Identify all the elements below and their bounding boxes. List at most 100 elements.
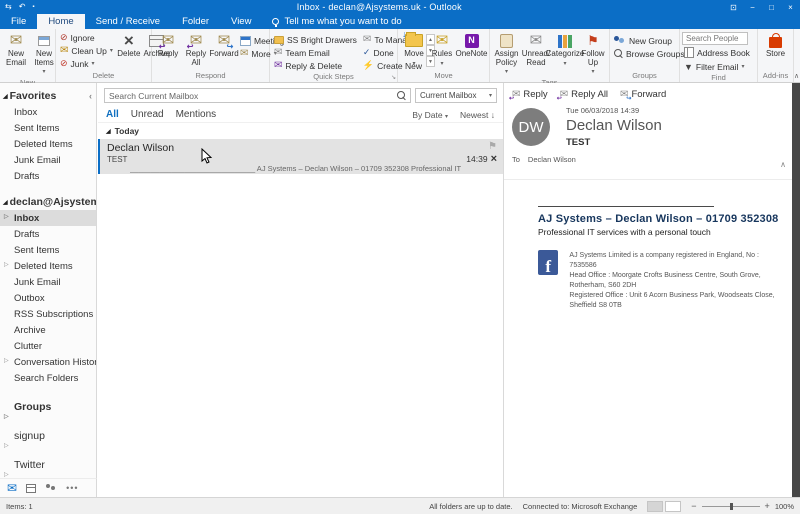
new-items-button[interactable]: New Items ▾ bbox=[30, 31, 58, 78]
follow-up-button[interactable]: ⚑ Follow Up ▾ bbox=[579, 31, 607, 78]
reading-pane: ✉ ↩ Reply ✉ ↩ Reply All ✉ ↪ Forward DW Tue … bbox=[504, 83, 792, 497]
sidebar-item-twitter[interactable]: ▷ Twitter bbox=[0, 456, 96, 479]
rules-button[interactable]: ✉ Rules ▾ bbox=[428, 31, 456, 69]
tab-mentions[interactable]: Mentions bbox=[176, 109, 217, 120]
quick-step-item[interactable]: ✉ Team Email bbox=[272, 46, 359, 59]
message-row[interactable]: Declan Wilson TEST ⚑ 14:39 × ___________… bbox=[98, 139, 503, 174]
sidebar-item-sent-items[interactable]: Sent Items bbox=[0, 242, 96, 258]
move-button[interactable]: ↓ Move ▾ bbox=[400, 30, 428, 69]
favorites-inbox[interactable]: Inbox bbox=[0, 104, 96, 120]
address-book-button[interactable]: Address Book bbox=[682, 46, 752, 59]
connection-status[interactable]: Connected to: Microsoft Exchange bbox=[523, 502, 638, 511]
collapse-ribbon-button[interactable]: ∧ bbox=[794, 72, 799, 80]
calendar-nav-icon[interactable] bbox=[26, 483, 37, 493]
sidebar-item-archive[interactable]: Archive bbox=[0, 322, 96, 338]
tell-me-box[interactable]: Tell me what you want to do bbox=[272, 14, 402, 29]
tab-file[interactable]: File bbox=[0, 14, 37, 29]
new-group-button[interactable]: New Group bbox=[612, 34, 687, 47]
close-icon[interactable]: × bbox=[781, 3, 800, 12]
flag-icon[interactable]: ⚑ bbox=[488, 142, 497, 152]
sidebar-item-rss[interactable]: RSS Subscriptions bbox=[0, 306, 96, 322]
favorites-deleted-items[interactable]: Deleted Items bbox=[0, 136, 96, 152]
reading-view-button[interactable] bbox=[647, 500, 664, 512]
browse-groups-button[interactable]: Browse Groups bbox=[612, 47, 687, 60]
search-input[interactable] bbox=[109, 90, 397, 101]
tab-folder[interactable]: Folder bbox=[171, 14, 220, 29]
tab-all[interactable]: All bbox=[106, 109, 119, 120]
expand-arrow-icon[interactable]: ▷ bbox=[4, 261, 9, 268]
favorites-sent-items[interactable]: Sent Items bbox=[0, 120, 96, 136]
reading-pane-scrollbar[interactable] bbox=[792, 83, 800, 497]
reply-button[interactable]: ✉ ↩ Reply bbox=[154, 31, 182, 60]
sidebar-item-conversation-history[interactable]: ▷ Conversation History bbox=[0, 354, 96, 370]
zoom-in-button[interactable]: + bbox=[765, 501, 770, 511]
sidebar-item-junk-email[interactable]: Junk Email bbox=[0, 274, 96, 290]
quick-steps-dialog-launcher[interactable]: ↘ bbox=[391, 74, 396, 81]
maximize-icon[interactable]: □ bbox=[762, 3, 781, 12]
search-box[interactable] bbox=[104, 88, 411, 103]
more-nav-icon[interactable]: ••• bbox=[66, 483, 78, 493]
junk-button[interactable]: ⊘ Junk ▾ bbox=[58, 57, 115, 70]
zoom-out-button[interactable]: − bbox=[691, 501, 696, 511]
sidebar-item-inbox[interactable]: ▷ Inbox bbox=[0, 210, 96, 226]
sidebar-item-groups[interactable]: ▷ Groups bbox=[0, 398, 96, 421]
tab-view[interactable]: View bbox=[220, 14, 262, 29]
delete-button[interactable]: × Delete bbox=[115, 31, 143, 60]
new-email-button[interactable]: ✉ New Email bbox=[2, 31, 30, 68]
minimize-folder-pane-icon[interactable]: ‹ bbox=[89, 91, 92, 101]
ribbon-tab-row: File Home Send / Receive Folder View Tel… bbox=[0, 14, 800, 29]
people-nav-icon[interactable] bbox=[45, 483, 57, 493]
sidebar-item-outbox[interactable]: Outbox bbox=[0, 290, 96, 306]
account-header[interactable]: ◢ declan@Ajsystems.uk bbox=[0, 194, 96, 210]
normal-view-button[interactable] bbox=[665, 500, 682, 512]
favorites-header[interactable]: ◢ Favorites ‹ bbox=[0, 88, 96, 104]
to-recipient[interactable]: Declan Wilson bbox=[528, 155, 576, 164]
favorites-junk-email[interactable]: Junk Email bbox=[0, 152, 96, 168]
sidebar-item-clutter[interactable]: Clutter bbox=[0, 338, 96, 354]
forward-action[interactable]: ✉ ↪ Forward bbox=[620, 89, 666, 102]
sort-order-toggle[interactable]: Newest ↓ bbox=[460, 110, 495, 120]
tab-send-receive[interactable]: Send / Receive bbox=[85, 14, 171, 29]
delete-message-icon[interactable]: × bbox=[491, 154, 497, 165]
tab-home[interactable]: Home bbox=[37, 14, 85, 29]
tab-unread[interactable]: Unread bbox=[131, 109, 164, 120]
date-group-header[interactable]: ◢ Today bbox=[98, 122, 503, 139]
collapse-header-icon[interactable]: ∧ bbox=[780, 160, 786, 169]
expand-arrow-icon[interactable]: ▷ bbox=[4, 413, 9, 420]
search-scope-dropdown[interactable]: Current Mailbox ▾ bbox=[415, 88, 497, 103]
sidebar-item-search-folders[interactable]: Search Folders bbox=[0, 370, 96, 386]
expand-arrow-icon[interactable]: ▷ bbox=[4, 213, 9, 220]
zoom-slider[interactable] bbox=[701, 502, 760, 510]
reply-action[interactable]: ✉ ↩ Reply bbox=[509, 89, 548, 102]
expand-arrow-icon[interactable]: ▷ bbox=[4, 357, 9, 364]
zoom-level[interactable]: 100% bbox=[775, 502, 794, 511]
quick-step-item[interactable]: ✉ Reply & Delete bbox=[272, 59, 359, 72]
reply-all-action[interactable]: ✉ ↩ Reply All bbox=[557, 89, 608, 102]
onenote-button[interactable]: N OneNote bbox=[455, 31, 488, 60]
clean-up-button[interactable]: ✉ Clean Up ▾ bbox=[58, 44, 115, 57]
categorize-button[interactable]: Categorize ▾ bbox=[546, 31, 584, 69]
undo-icon[interactable]: ↶ bbox=[19, 3, 26, 11]
ribbon-display-options-icon[interactable]: ⊡ bbox=[724, 3, 743, 12]
expand-arrow-icon[interactable]: ▷ bbox=[4, 442, 9, 449]
forward-button[interactable]: ✉ ↪ Forward bbox=[209, 31, 238, 60]
search-icon[interactable] bbox=[397, 91, 406, 100]
quick-step-item[interactable]: SS Bright Drawers bbox=[272, 33, 359, 46]
favorites-drafts[interactable]: Drafts bbox=[0, 168, 96, 184]
ignore-button[interactable]: ⊘ Ignore bbox=[58, 31, 115, 44]
reply-all-button[interactable]: ✉ ↩ Reply All bbox=[182, 31, 210, 68]
mail-nav-icon[interactable]: ✉ bbox=[7, 482, 17, 494]
sidebar-item-signup[interactable]: ▷ signup bbox=[0, 427, 96, 450]
facebook-icon[interactable]: f bbox=[538, 250, 559, 275]
send-receive-icon[interactable]: ⇆ bbox=[5, 3, 12, 11]
zoom-slider-thumb[interactable] bbox=[729, 502, 733, 510]
search-people-input[interactable] bbox=[682, 32, 748, 45]
sidebar-item-deleted-items[interactable]: ▷ Deleted Items bbox=[0, 258, 96, 274]
sidebar-item-drafts[interactable]: Drafts bbox=[0, 226, 96, 242]
expand-arrow-icon[interactable]: ▷ bbox=[4, 471, 9, 478]
sort-by-dropdown[interactable]: By Date ▾ bbox=[412, 110, 448, 120]
store-button[interactable]: Store bbox=[762, 31, 790, 60]
minimize-icon[interactable]: − bbox=[743, 3, 762, 12]
assign-policy-button[interactable]: Assign Policy ▾ bbox=[492, 31, 521, 78]
filter-email-button[interactable]: ▼ Filter Email ▾ bbox=[682, 60, 752, 73]
